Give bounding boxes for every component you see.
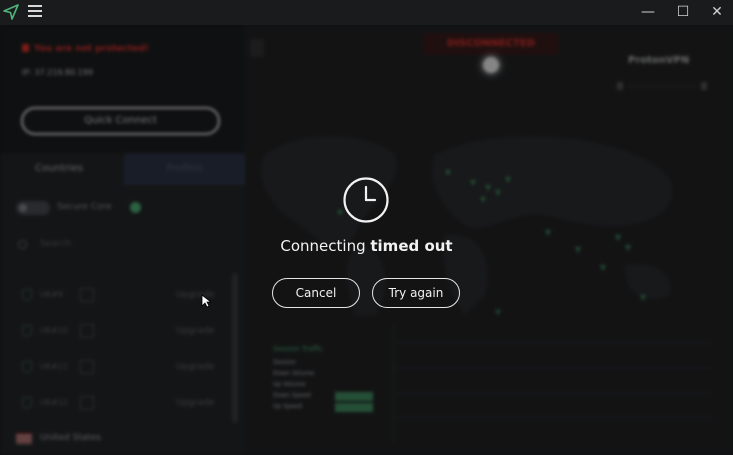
timeout-message: Connecting timed out xyxy=(280,237,453,255)
clock-icon xyxy=(343,177,389,223)
minimize-button[interactable]: — xyxy=(633,2,663,22)
hamburger-menu-icon[interactable] xyxy=(28,5,42,19)
title-bar: — ☐ ✕ xyxy=(0,0,733,25)
connection-timeout-dialog: Connecting timed out Cancel Try again xyxy=(0,25,733,455)
maximize-button[interactable]: ☐ xyxy=(668,2,698,22)
try-again-button[interactable]: Try again xyxy=(372,278,460,308)
protonvpn-logo-icon xyxy=(3,4,19,20)
close-button[interactable]: ✕ xyxy=(702,2,732,22)
protonvpn-window: — ☐ ✕ You are not protected! IP: 37.219.… xyxy=(0,0,733,455)
mouse-cursor-icon xyxy=(201,294,213,308)
cancel-button[interactable]: Cancel xyxy=(272,278,360,308)
